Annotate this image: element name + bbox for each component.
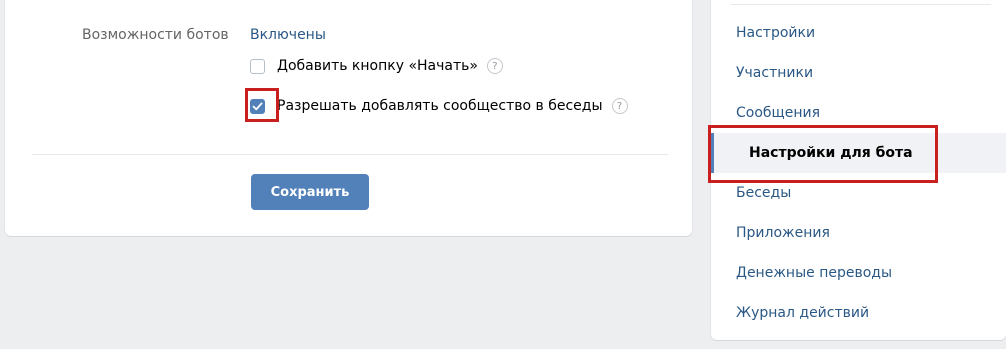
divider	[32, 154, 668, 155]
menu-item-action-log[interactable]: Журнал действий	[711, 293, 1006, 333]
menu-item-members[interactable]: Участники	[711, 53, 1006, 93]
help-icon[interactable]: ?	[611, 98, 628, 114]
bot-capabilities-label: Возможности ботов	[82, 27, 229, 43]
menu-item-highlight-frame	[708, 125, 938, 183]
bot-settings-card: Возможности ботов Включены Добавить кноп…	[5, 0, 692, 236]
save-button[interactable]: Сохранить	[251, 174, 369, 210]
checkbox-highlight-frame	[245, 88, 279, 122]
start-button-option[interactable]: Добавить кнопку «Начать» ?	[250, 56, 503, 76]
allow-chats-option-label[interactable]: Разрешать добавлять сообщество в беседы	[277, 98, 603, 115]
menu-item-settings[interactable]: Настройки	[711, 13, 1006, 53]
start-button-option-label[interactable]: Добавить кнопку «Начать»	[277, 58, 478, 75]
allow-chats-option[interactable]: Разрешать добавлять сообщество в беседы …	[250, 96, 628, 116]
help-icon[interactable]: ?	[486, 58, 503, 74]
start-button-checkbox[interactable]	[250, 58, 265, 74]
community-settings-menu: Настройки Участники Сообщения Настройки …	[708, 0, 1006, 340]
menu-item-money-transfers[interactable]: Денежные переводы	[711, 253, 1006, 293]
bot-capabilities-value[interactable]: Включены	[250, 27, 326, 44]
divider	[731, 4, 991, 5]
menu-item-apps[interactable]: Приложения	[711, 213, 1006, 253]
